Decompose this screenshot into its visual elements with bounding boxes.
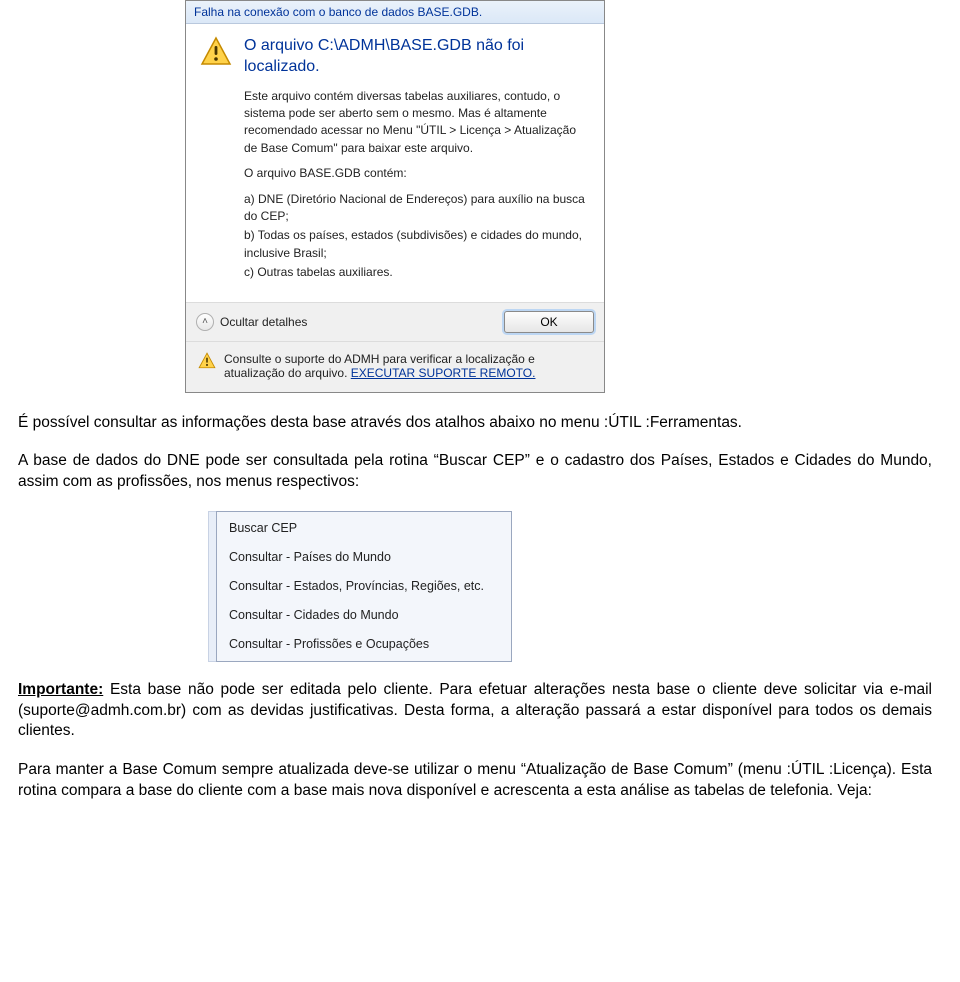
warning-icon-small: [198, 352, 216, 373]
dialog-list-b: b) Todas os países, estados (subdivisões…: [244, 227, 590, 262]
error-dialog: Falha na conexão com o banco de dados BA…: [185, 0, 605, 393]
toggle-details-label: Ocultar detalhes: [220, 315, 307, 329]
menu-item-label: Buscar CEP: [229, 521, 297, 535]
menu-item-paises[interactable]: Consultar - Países do Mundo: [217, 543, 511, 572]
important-label: Importante:: [18, 681, 103, 698]
menu-gutter: [208, 511, 216, 661]
toggle-details-button[interactable]: ˄ Ocultar detalhes: [196, 313, 307, 331]
menu-item-label: Consultar - Estados, Províncias, Regiões…: [229, 579, 484, 593]
doc-paragraph-4: Para manter a Base Comum sempre atualiza…: [18, 760, 932, 802]
menu-item-label: Consultar - Cidades do Mundo: [229, 608, 399, 622]
dialog-text: O arquivo C:\ADMH\BASE.GDB não foi local…: [244, 36, 590, 292]
doc-paragraph-3-rest: Esta base não pode ser editada pelo clie…: [18, 681, 932, 740]
doc-paragraph-1: É possível consultar as informações dest…: [18, 413, 932, 434]
menu-item-estados[interactable]: Consultar - Estados, Províncias, Regiões…: [217, 572, 511, 601]
menu-item-buscar-cep[interactable]: Buscar CEP: [217, 514, 511, 543]
footnote-text: Consulte o suporte do ADMH para verifica…: [224, 352, 592, 380]
ok-button[interactable]: OK: [504, 311, 594, 333]
menu-item-profissoes[interactable]: Consultar - Profissões e Ocupações: [217, 630, 511, 659]
dialog-footer-actions: ˄ Ocultar detalhes OK: [186, 302, 604, 341]
dialog-title: Falha na conexão com o banco de dados BA…: [186, 1, 604, 24]
ok-button-label: OK: [540, 315, 557, 329]
context-menu: Buscar CEP Consultar - Países do Mundo C…: [208, 511, 932, 661]
menu-list: Buscar CEP Consultar - Países do Mundo C…: [216, 511, 512, 661]
dialog-paragraph-1: Este arquivo contém diversas tabelas aux…: [244, 88, 590, 158]
doc-paragraph-2: A base de dados do DNE pode ser consulta…: [18, 451, 932, 493]
document-body: É possível consultar as informações dest…: [0, 393, 960, 831]
dialog-list-a: a) DNE (Diretório Nacional de Endereços)…: [244, 191, 590, 226]
dialog-sub-message: Este arquivo contém diversas tabelas aux…: [244, 88, 590, 282]
remote-support-link[interactable]: EXECUTAR SUPORTE REMOTO.: [351, 366, 536, 380]
dialog-list-head: O arquivo BASE.GDB contém:: [244, 165, 590, 182]
menu-item-label: Consultar - Profissões e Ocupações: [229, 637, 429, 651]
dialog-main-message: O arquivo C:\ADMH\BASE.GDB não foi local…: [244, 36, 590, 78]
warning-icon: [200, 36, 232, 292]
chevron-up-icon: ˄: [196, 313, 214, 331]
menu-item-label: Consultar - Países do Mundo: [229, 550, 391, 564]
dialog-list-c: c) Outras tabelas auxiliares.: [244, 264, 590, 281]
dialog-footnote: Consulte o suporte do ADMH para verifica…: [186, 341, 604, 392]
dialog-body: O arquivo C:\ADMH\BASE.GDB não foi local…: [186, 24, 604, 302]
doc-paragraph-3: Importante: Esta base não pode ser edita…: [18, 680, 932, 743]
menu-item-cidades[interactable]: Consultar - Cidades do Mundo: [217, 601, 511, 630]
